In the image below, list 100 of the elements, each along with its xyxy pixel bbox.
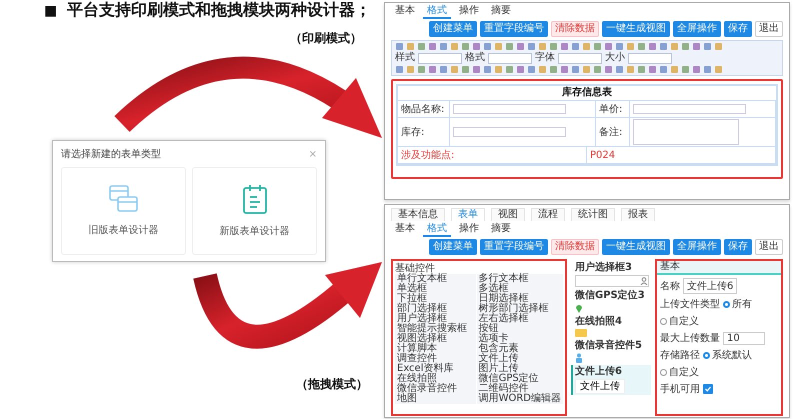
palette-item[interactable]: 单选框 bbox=[395, 284, 476, 294]
toolbar-button[interactable]: 清除数据 bbox=[551, 239, 599, 255]
cards-icon bbox=[108, 185, 138, 213]
form-field[interactable]: 微信录音控件5 bbox=[571, 339, 651, 364]
user-icon bbox=[640, 277, 648, 285]
format-tab[interactable]: 操作 bbox=[455, 4, 483, 19]
palette-item[interactable]: 地图 bbox=[395, 394, 476, 404]
palette-item[interactable]: 文件上传 bbox=[476, 354, 563, 364]
property-input[interactable]: 文件上传6 bbox=[683, 278, 738, 294]
property-label: 名称 bbox=[660, 280, 680, 293]
section-tab[interactable]: 基本信息 bbox=[391, 208, 445, 221]
palette-item[interactable]: 微信GPS定位 bbox=[476, 374, 563, 384]
editor-toolbar-icons[interactable] bbox=[395, 65, 725, 74]
palette-item[interactable]: 微信录音控件 bbox=[395, 384, 476, 394]
format-tab[interactable]: 摘要 bbox=[487, 4, 515, 19]
palette-item[interactable]: 用户选择框 bbox=[395, 314, 476, 324]
radio-option[interactable]: 自定义 bbox=[660, 314, 699, 328]
palette-item[interactable]: 多行文本框 bbox=[476, 274, 563, 284]
toolbar-button[interactable]: 重置字段编号 bbox=[480, 239, 548, 255]
toolbar-label: 大小 bbox=[605, 52, 625, 64]
palette-item[interactable]: Excel资料库 bbox=[395, 364, 476, 374]
toolbar-button[interactable]: 一键生成视图 bbox=[602, 21, 670, 37]
form-field[interactable]: 用户选择框3 bbox=[571, 261, 651, 288]
toolbar-select[interactable] bbox=[558, 52, 602, 64]
form-field[interactable]: 在线拍照4 bbox=[571, 315, 651, 338]
clipboard-icon bbox=[242, 184, 266, 214]
property-label: 手机可用 bbox=[660, 382, 700, 396]
property-input[interactable]: 10 bbox=[723, 332, 765, 344]
palette-item[interactable]: 智能提示搜索框 bbox=[395, 324, 476, 334]
palette-item[interactable]: 计算脚本 bbox=[395, 344, 476, 354]
section-tab[interactable]: 视图 bbox=[491, 208, 525, 221]
palette-item[interactable]: 调用WORD编辑器 bbox=[476, 394, 563, 404]
section-tab[interactable]: 表单 bbox=[451, 208, 485, 221]
form-field[interactable]: 微信GPS定位3 bbox=[571, 289, 651, 314]
palette-title: 基础控件 bbox=[395, 263, 435, 274]
image-icon bbox=[575, 329, 587, 337]
editor-toolbar-icons[interactable] bbox=[395, 42, 725, 51]
palette-item[interactable]: 部门选择框 bbox=[395, 304, 476, 314]
toolbar-button[interactable]: 全屏操作 bbox=[673, 21, 721, 37]
section-tab[interactable]: 报表 bbox=[621, 208, 655, 221]
palette-item[interactable]: 二维码控件 bbox=[476, 384, 563, 394]
palette-item[interactable]: 选项卡 bbox=[476, 334, 563, 344]
palette-item[interactable]: 日期选择框 bbox=[476, 294, 563, 304]
toolbar-select[interactable] bbox=[488, 52, 532, 64]
form-title: 库存信息表 bbox=[398, 86, 776, 101]
bullet-mark: ■ bbox=[44, 2, 58, 18]
mode-caption: （印刷模式） bbox=[290, 30, 362, 47]
radio-option[interactable]: 所有 bbox=[723, 297, 752, 311]
toolbar-button[interactable]: 退出 bbox=[755, 239, 783, 255]
form-label: 库存: bbox=[398, 118, 450, 146]
radio-option[interactable]: 自定义 bbox=[660, 365, 699, 379]
format-tab[interactable]: 基本 bbox=[391, 222, 419, 237]
person-icon bbox=[575, 353, 583, 363]
dialog-title: 请选择新建的表单类型 bbox=[61, 148, 161, 161]
toolbar-button[interactable]: 重置字段编号 bbox=[480, 21, 548, 37]
toolbar-select[interactable] bbox=[418, 52, 462, 64]
palette-item[interactable]: 下拉框 bbox=[395, 294, 476, 304]
format-tab[interactable]: 摘要 bbox=[487, 222, 515, 237]
palette-item[interactable]: 视图选择框 bbox=[395, 334, 476, 344]
palette-item[interactable]: 多选框 bbox=[476, 284, 563, 294]
section-tab[interactable]: 统计图 bbox=[571, 208, 615, 221]
checkbox[interactable] bbox=[703, 384, 713, 394]
property-label: 上传文件类型 bbox=[660, 298, 720, 311]
toolbar-button[interactable]: 一键生成视图 bbox=[602, 239, 670, 255]
section-tab[interactable]: 流程 bbox=[531, 208, 565, 221]
radio-option[interactable]: 系统默认 bbox=[703, 348, 752, 362]
toolbar-select[interactable] bbox=[628, 52, 672, 64]
input-field[interactable] bbox=[453, 127, 566, 137]
format-tab[interactable]: 格式 bbox=[423, 222, 451, 237]
palette-item[interactable]: 图片上传 bbox=[476, 364, 563, 374]
upload-button[interactable]: 文件上传 bbox=[575, 379, 625, 394]
designer-option-card[interactable]: 新版表单设计器 bbox=[192, 167, 317, 255]
palette-item[interactable]: 在线拍照 bbox=[395, 374, 476, 384]
toolbar-button[interactable]: 清除数据 bbox=[551, 21, 599, 37]
format-tab[interactable]: 格式 bbox=[423, 4, 451, 19]
input-field[interactable] bbox=[453, 104, 566, 114]
toolbar-button[interactable]: 创建菜单 bbox=[429, 21, 477, 37]
toolbar-button[interactable]: 退出 bbox=[755, 21, 783, 37]
toolbar-button[interactable]: 创建菜单 bbox=[429, 239, 477, 255]
designer-option-card[interactable]: 旧版表单设计器 bbox=[61, 167, 186, 255]
field-label: 在线拍照4 bbox=[575, 316, 623, 328]
palette-item[interactable]: 左右选择框 bbox=[476, 314, 563, 324]
toolbar-button[interactable]: 保存 bbox=[724, 239, 752, 255]
field-label: 用户选择框3 bbox=[575, 262, 633, 274]
toolbar-button[interactable]: 保存 bbox=[724, 21, 752, 37]
toolbar-button[interactable]: 全屏操作 bbox=[673, 239, 721, 255]
property-label: 存储路径 bbox=[660, 348, 700, 362]
palette-item[interactable]: 包含元素 bbox=[476, 344, 563, 354]
palette-item[interactable]: 单行文本框 bbox=[395, 274, 476, 284]
palette-item[interactable]: 调查控件 bbox=[395, 354, 476, 364]
form-field[interactable]: 文件上传6 文件上传 bbox=[571, 365, 651, 395]
palette-item[interactable]: 按钮 bbox=[476, 324, 563, 334]
format-tab[interactable]: 操作 bbox=[455, 222, 483, 237]
user-select-field[interactable] bbox=[575, 275, 649, 287]
heading-text: 平台支持印刷模式和拖拽模块两种设计器； bbox=[67, 0, 372, 21]
format-tab[interactable]: 基本 bbox=[391, 4, 419, 19]
input-field[interactable] bbox=[633, 104, 746, 114]
palette-item[interactable]: 树形部门选择框 bbox=[476, 304, 563, 314]
textarea-field[interactable] bbox=[633, 119, 740, 145]
form-label: 单价: bbox=[596, 101, 630, 117]
